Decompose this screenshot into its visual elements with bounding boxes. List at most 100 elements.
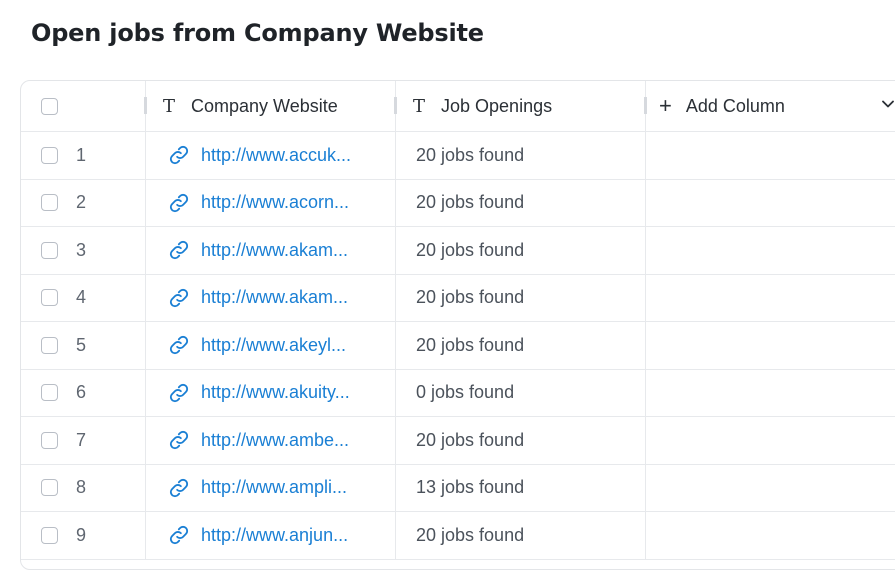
row-checkbox[interactable]	[41, 241, 58, 259]
empty-cell[interactable]	[646, 132, 895, 179]
row-checkbox[interactable]	[41, 146, 58, 164]
row-number: 1	[76, 144, 87, 165]
website-cell[interactable]: http://www.ampli...	[146, 464, 396, 511]
row-select-cell: 8	[21, 464, 146, 511]
link-icon	[169, 336, 189, 355]
row-checkbox[interactable]	[41, 194, 58, 212]
table-row: 1 http://www.accuk... 20 jobs found	[21, 132, 895, 180]
job-openings-cell[interactable]: 0 jobs found	[396, 369, 646, 416]
text-type-icon: T	[413, 95, 426, 117]
empty-cell[interactable]	[646, 275, 895, 322]
link-icon	[169, 193, 189, 212]
job-openings-value: 13 jobs found	[416, 477, 525, 498]
website-cell[interactable]: http://www.akuity...	[146, 369, 396, 416]
row-number: 2	[76, 192, 87, 213]
column-header-job-openings[interactable]: T Job Openings	[396, 81, 647, 131]
row-checkbox[interactable]	[41, 336, 58, 354]
chevron-down-icon[interactable]	[882, 98, 894, 110]
row-number: 5	[76, 334, 87, 355]
plus-icon: +	[659, 93, 672, 118]
table-row: 4 http://www.akam... 20 jobs found	[21, 274, 895, 322]
empty-cell[interactable]	[646, 417, 895, 464]
row-checkbox[interactable]	[41, 479, 58, 497]
job-openings-value: 20 jobs found	[416, 287, 525, 308]
row-select-cell: 7	[21, 417, 146, 464]
job-openings-cell[interactable]: 20 jobs found	[396, 179, 646, 226]
empty-cell[interactable]	[646, 322, 895, 369]
column-header-label: Company Website	[191, 95, 338, 116]
row-checkbox[interactable]	[41, 431, 58, 449]
row-select-cell: 2	[21, 179, 146, 226]
row-number: 7	[76, 429, 87, 450]
table-row: 8 http://www.ampli... 13 jobs found	[21, 464, 895, 512]
row-select-cell: 5	[21, 322, 146, 369]
website-link[interactable]: http://www.akam...	[201, 240, 348, 261]
website-link[interactable]: http://www.acorn...	[201, 192, 349, 213]
link-icon	[169, 146, 189, 165]
row-number: 8	[76, 477, 87, 498]
table-row: 6 http://www.akuity... 0 jobs found	[21, 369, 895, 417]
row-select-cell: 6	[21, 369, 146, 416]
link-icon	[169, 478, 189, 497]
jobs-table: T Company Website T Job Openings + Add C…	[20, 80, 895, 570]
website-cell[interactable]: http://www.akeyl...	[146, 322, 396, 369]
row-select-cell: 1	[21, 132, 146, 179]
job-openings-cell[interactable]: 20 jobs found	[396, 274, 646, 321]
row-checkbox[interactable]	[41, 289, 58, 307]
add-column-button[interactable]: + Add Column	[646, 81, 895, 131]
empty-cell[interactable]	[646, 180, 895, 227]
text-type-icon: T	[163, 95, 176, 117]
link-icon	[169, 526, 189, 545]
job-openings-cell[interactable]: 20 jobs found	[396, 132, 646, 179]
website-cell[interactable]: http://www.accuk...	[146, 132, 396, 179]
header-select-cell	[21, 81, 147, 131]
job-openings-cell[interactable]: 20 jobs found	[396, 417, 646, 464]
row-checkbox[interactable]	[41, 384, 58, 402]
website-cell[interactable]: http://www.anjun...	[146, 512, 396, 559]
table-header-row: T Company Website T Job Openings + Add C…	[21, 81, 895, 132]
link-icon	[169, 241, 189, 260]
website-cell[interactable]: http://www.ambe...	[146, 417, 396, 464]
job-openings-value: 20 jobs found	[416, 334, 525, 355]
table-row: 3 http://www.akam... 20 jobs found	[21, 227, 895, 275]
job-openings-cell[interactable]: 20 jobs found	[396, 322, 646, 369]
row-checkbox[interactable]	[41, 526, 58, 544]
empty-cell[interactable]	[646, 465, 895, 512]
row-select-cell: 4	[21, 274, 146, 321]
website-cell[interactable]: http://www.akam...	[146, 274, 396, 321]
job-openings-cell[interactable]: 20 jobs found	[396, 512, 646, 559]
column-header-label: Job Openings	[441, 95, 553, 116]
job-openings-value: 20 jobs found	[416, 239, 525, 260]
table-row: 7 http://www.ambe... 20 jobs found	[21, 417, 895, 465]
table-row: 2 http://www.acorn... 20 jobs found	[21, 179, 895, 227]
job-openings-cell[interactable]: 20 jobs found	[396, 227, 646, 274]
website-link[interactable]: http://www.ampli...	[201, 477, 347, 498]
column-header-company-website[interactable]: T Company Website	[146, 81, 397, 131]
website-link[interactable]: http://www.ambe...	[201, 430, 349, 451]
row-number: 6	[76, 382, 87, 403]
row-number: 9	[76, 524, 87, 545]
empty-cell[interactable]	[646, 227, 895, 274]
job-openings-value: 0 jobs found	[416, 382, 515, 403]
website-link[interactable]: http://www.accuk...	[201, 145, 351, 166]
website-link[interactable]: http://www.akeyl...	[201, 335, 346, 356]
row-select-cell: 9	[21, 512, 146, 559]
job-openings-cell[interactable]: 13 jobs found	[396, 464, 646, 511]
add-column-label: Add Column	[685, 95, 785, 116]
row-select-cell: 3	[21, 227, 146, 274]
select-all-checkbox[interactable]	[41, 97, 58, 115]
website-link[interactable]: http://www.anjun...	[201, 525, 348, 546]
job-openings-value: 20 jobs found	[416, 144, 525, 165]
website-link[interactable]: http://www.akuity...	[201, 382, 350, 403]
job-openings-value: 20 jobs found	[416, 524, 525, 545]
website-link[interactable]: http://www.akam...	[201, 287, 348, 308]
job-openings-value: 20 jobs found	[416, 192, 525, 213]
link-icon	[169, 383, 189, 402]
page-title: Open jobs from Company Website	[31, 19, 484, 47]
row-number: 4	[76, 287, 87, 308]
empty-cell[interactable]	[646, 512, 895, 559]
website-cell[interactable]: http://www.akam...	[146, 227, 396, 274]
website-cell[interactable]: http://www.acorn...	[146, 179, 396, 226]
row-number: 3	[76, 239, 87, 260]
empty-cell[interactable]	[646, 370, 895, 417]
